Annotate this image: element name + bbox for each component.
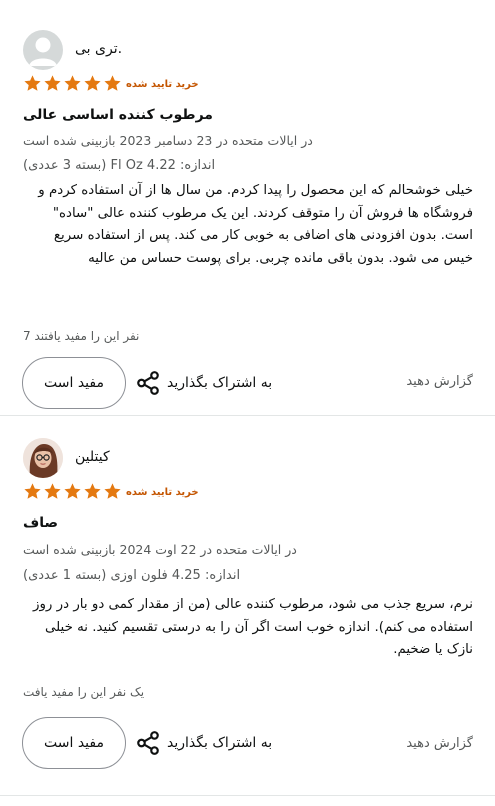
avatar — [23, 438, 63, 478]
helpful-count: یک نفر این را مفید یافت — [23, 685, 145, 699]
default-user-icon — [29, 37, 57, 66]
star-filled-icon — [104, 483, 121, 499]
share-label: به اشتراک بگذارید — [167, 735, 273, 751]
user-photo-icon — [23, 438, 63, 478]
review-date: در ایالات متحده در 22 اوت 2024 بازبینی ش… — [23, 542, 297, 557]
report-link[interactable]: گزارش دهید — [406, 374, 473, 389]
review-date: در ایالات متحده در 23 دسامبر 2023 بازبین… — [23, 133, 313, 148]
divider — [0, 795, 495, 796]
helpful-button-label: مفید است — [44, 735, 104, 751]
review-title: صاف — [23, 515, 59, 531]
star-filled-icon — [84, 75, 101, 91]
product-variant[interactable]: (بسته 3 عددی) Fl Oz اندازه: 4.22 — [23, 158, 215, 173]
review-card: کیتلین خرید تایید شده صاف در ایالات متحد… — [0, 418, 495, 806]
share-icon — [137, 371, 159, 395]
share-label: به اشتراک بگذارید — [167, 375, 273, 391]
helpful-count: 7 نفر این را مفید یافتند — [23, 329, 140, 343]
helpful-button[interactable]: مفید است — [22, 717, 126, 769]
divider — [0, 415, 495, 416]
share-button[interactable]: به اشتراک بگذارید — [135, 730, 272, 756]
helpful-button[interactable]: مفید است — [22, 357, 126, 409]
star-filled-icon — [84, 483, 101, 499]
star-rating — [23, 74, 122, 93]
star-rating — [23, 482, 122, 501]
share-icon — [137, 731, 159, 755]
avatar — [23, 30, 63, 70]
review-card: .تری بی خرید تایید شده مرطوب کننده اساسی… — [0, 0, 495, 409]
helpful-button-label: مفید است — [44, 375, 104, 391]
product-variant[interactable]: اندازه: 4.25 فلون اوزی (بسته 1 عددی) — [23, 568, 240, 583]
review-body: نرم، سریع جذب می شود، مرطوب کننده عالی (… — [32, 597, 473, 657]
star-filled-icon — [24, 75, 41, 91]
reviewer-name[interactable]: .تری بی — [75, 41, 122, 57]
report-link[interactable]: گزارش دهید — [406, 736, 473, 751]
verified-purchase-badge: خرید تایید شده — [126, 79, 199, 90]
star-filled-icon — [24, 483, 41, 499]
star-filled-icon — [64, 483, 81, 499]
star-filled-icon — [64, 75, 81, 91]
reviewer-name[interactable]: کیتلین — [75, 449, 110, 465]
star-filled-icon — [44, 75, 61, 91]
star-filled-icon — [44, 483, 61, 499]
share-button[interactable]: به اشتراک بگذارید — [135, 370, 272, 396]
star-filled-icon — [104, 75, 121, 91]
verified-purchase-badge: خرید تایید شده — [126, 487, 199, 498]
review-body: خیلی خوشحالم که این محصول را پیدا کردم. … — [38, 183, 473, 266]
review-title: مرطوب کننده اساسی عالی — [23, 107, 213, 123]
